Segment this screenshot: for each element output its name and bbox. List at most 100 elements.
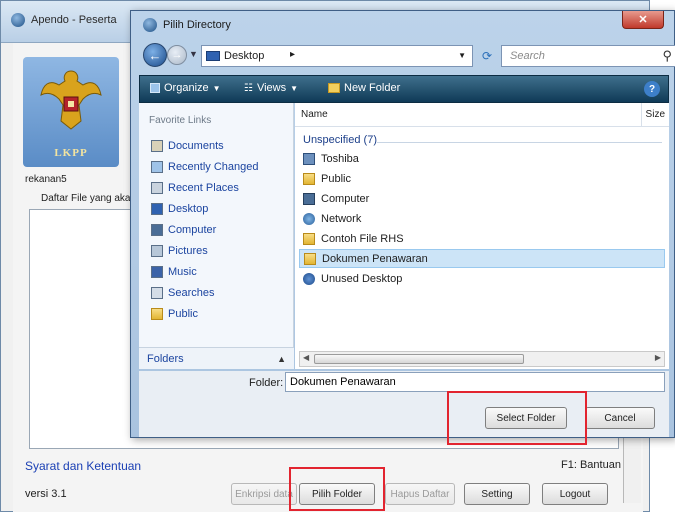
organize-label: Organize — [164, 82, 209, 94]
folder-icon — [303, 232, 315, 245]
searches-icon — [151, 287, 163, 299]
list-item[interactable]: Contoh File RHS — [299, 229, 665, 248]
folder-name-input[interactable] — [285, 372, 665, 392]
nav-item-label: Public — [168, 308, 198, 320]
chevron-down-icon[interactable]: ▼ — [458, 51, 466, 60]
network-icon — [303, 212, 315, 225]
dialog-app-icon — [143, 18, 157, 32]
nav-item-public[interactable]: Public — [151, 305, 198, 323]
scroll-left-icon[interactable]: ◀ — [303, 353, 309, 362]
nav-item-searches[interactable]: Searches — [151, 284, 214, 302]
choose-folder-highlight — [289, 467, 385, 511]
navigation-pane: Favorite Links Documents Recently Change… — [139, 103, 294, 369]
list-item[interactable]: Network — [299, 209, 665, 228]
organize-icon — [150, 83, 160, 93]
list-item-label: Toshiba — [321, 152, 359, 165]
folder-label: Folder: — [249, 377, 284, 389]
group-divider — [377, 142, 662, 143]
background-window-title: Apendo - Peserta — [31, 14, 117, 26]
list-item-label: Unused Desktop — [321, 272, 403, 285]
nav-item-desktop[interactable]: Desktop — [151, 200, 208, 218]
nav-item-pictures[interactable]: Pictures — [151, 242, 208, 260]
new-folder-button[interactable]: New Folder — [328, 82, 400, 94]
terms-link[interactable]: Syarat dan Ketentuan — [25, 459, 141, 473]
choose-directory-dialog: Pilih Directory ✕ ← → ▼ Desktop ▸ ▼ ⟳ Se… — [130, 10, 675, 445]
column-header-size[interactable]: Size — [646, 109, 665, 120]
user-folder-icon — [303, 152, 315, 165]
nav-item-recently-changed[interactable]: Recently Changed — [151, 158, 259, 176]
close-button[interactable]: ✕ — [622, 11, 664, 29]
scrollbar-thumb[interactable] — [314, 354, 524, 364]
list-item-label: Public — [321, 172, 351, 185]
pictures-icon — [151, 245, 163, 257]
clear-list-button[interactable]: Hapus Daftar — [385, 483, 455, 505]
folder-icon — [303, 172, 315, 185]
folders-toggle[interactable]: Folders ▲ — [139, 347, 294, 369]
list-header: Name Size — [295, 103, 669, 127]
dialog-title: Pilih Directory — [163, 19, 231, 31]
documents-icon — [151, 140, 163, 152]
nav-item-computer[interactable]: Computer — [151, 221, 216, 239]
search-placeholder: Search — [510, 50, 545, 62]
version-label: versi 3.1 — [25, 488, 67, 500]
refresh-icon[interactable]: ⟳ — [477, 45, 497, 67]
column-header-name[interactable]: Name — [301, 109, 328, 120]
address-bar[interactable]: Desktop ▸ ▼ — [201, 45, 473, 67]
nav-item-label: Desktop — [168, 203, 209, 215]
nav-item-label: Music — [168, 266, 197, 278]
chevron-right-icon[interactable]: ▸ — [290, 49, 295, 60]
recent-places-icon — [151, 182, 163, 194]
garuda-emblem-icon — [40, 70, 102, 130]
encrypt-button[interactable]: Enkripsi data — [231, 483, 297, 505]
nav-item-music[interactable]: Music — [151, 263, 197, 281]
file-list-pane: Name Size Unspecified (7) Toshiba Public… — [295, 103, 669, 369]
nav-item-label: Pictures — [168, 245, 208, 257]
new-folder-label: New Folder — [344, 82, 401, 94]
logout-button[interactable]: Logout — [542, 483, 608, 505]
list-item[interactable]: Public — [299, 169, 665, 188]
horizontal-scrollbar[interactable]: ◀ ▶ — [299, 351, 665, 367]
help-hint: F1: Bantuan — [561, 459, 621, 471]
list-item[interactable]: Computer — [299, 189, 665, 208]
forward-arrow-icon[interactable]: → — [167, 45, 187, 65]
folder-row: Folder: Select Folder Cancel — [139, 371, 669, 445]
search-input[interactable]: Search ⚲ — [501, 45, 675, 67]
cancel-button[interactable]: Cancel — [585, 407, 655, 429]
setting-button[interactable]: Setting — [464, 483, 530, 505]
computer-icon — [303, 192, 315, 205]
column-divider[interactable] — [641, 103, 642, 127]
history-dropdown-icon[interactable]: ▼ — [189, 49, 198, 59]
music-icon — [151, 266, 163, 278]
group-header[interactable]: Unspecified (7) — [303, 134, 377, 146]
logo-text: LKPP — [54, 147, 88, 159]
back-arrow-icon[interactable]: ← — [143, 43, 167, 67]
command-bar: Organize ▼ ☷ Views ▼ New Folder ? — [139, 75, 669, 103]
chevron-down-icon: ▼ — [290, 83, 299, 93]
views-icon: ☷ — [244, 82, 253, 94]
user-label: rekanan5 — [25, 174, 67, 185]
search-icon[interactable]: ⚲ — [662, 48, 672, 64]
computer-icon — [151, 224, 163, 236]
help-icon[interactable]: ? — [644, 81, 660, 97]
list-item-label: Contoh File RHS — [321, 232, 404, 245]
views-menu[interactable]: ☷ Views ▼ — [244, 82, 298, 94]
list-item-label: Network — [321, 212, 362, 225]
nav-item-label: Searches — [168, 287, 215, 299]
list-item-selected[interactable]: Dokumen Penawaran — [299, 249, 665, 268]
new-folder-icon — [328, 83, 340, 93]
nav-item-label: Recent Places — [168, 182, 239, 194]
nav-item-documents[interactable]: Documents — [151, 137, 224, 155]
nav-item-label: Recently Changed — [168, 161, 259, 173]
scroll-right-icon[interactable]: ▶ — [655, 353, 661, 362]
organize-menu[interactable]: Organize ▼ — [150, 82, 221, 94]
file-list-label: Daftar File yang akan — [41, 193, 137, 204]
address-row: ← → ▼ Desktop ▸ ▼ ⟳ Search ⚲ — [139, 43, 675, 69]
list-item[interactable]: Toshiba — [299, 149, 665, 168]
chevron-down-icon: ▼ — [212, 83, 221, 93]
recently-changed-icon — [151, 161, 163, 173]
list-item[interactable]: Unused Desktop — [299, 269, 665, 288]
nav-item-recent-places[interactable]: Recent Places — [151, 179, 239, 197]
list-item-label: Computer — [321, 192, 370, 205]
chevron-up-icon: ▲ — [277, 353, 286, 364]
desktop-icon — [151, 203, 163, 215]
